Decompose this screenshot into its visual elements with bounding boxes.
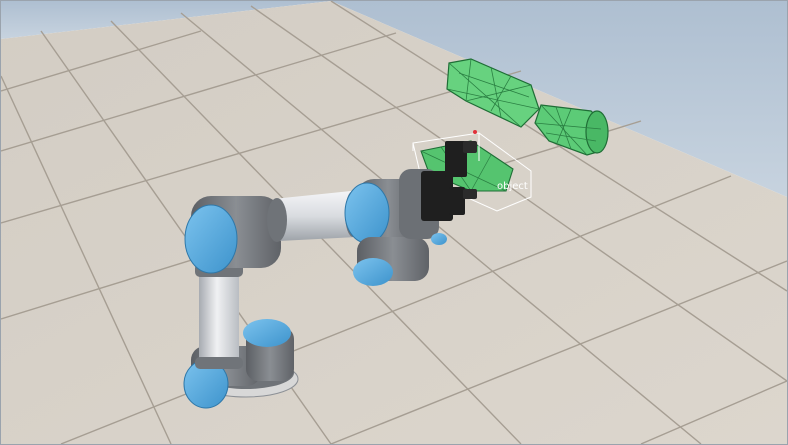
3d-scene[interactable]: object [1, 1, 787, 444]
robot-joint-shoulder [243, 319, 294, 381]
robot-upper-arm [195, 263, 243, 369]
robot-joint-wrist-2 [353, 237, 429, 286]
object-label: object [497, 181, 528, 192]
simulation-viewport[interactable]: object [0, 0, 788, 445]
robot-joint-elbow [184, 196, 281, 274]
